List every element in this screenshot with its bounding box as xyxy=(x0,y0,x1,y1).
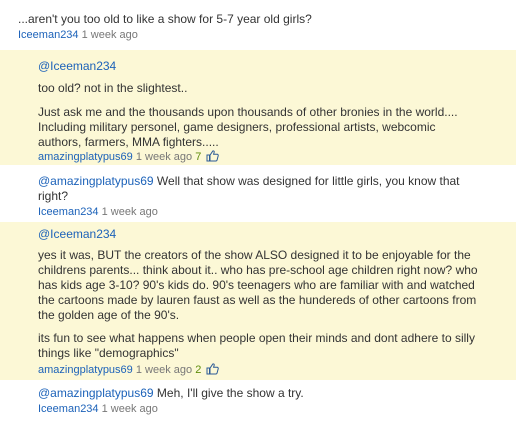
author-link[interactable]: Iceeman234 xyxy=(38,403,99,415)
timestamp: 1 week ago xyxy=(101,206,158,218)
comment-meta: Iceeman234 1 week ago xyxy=(38,402,478,416)
comment-4: @Iceeman234 yes it was, BUT the creators… xyxy=(0,222,516,380)
comment-paragraph: its fun to see what happens when people … xyxy=(38,331,475,360)
vote-count: 2 xyxy=(195,364,202,376)
author-link[interactable]: Iceeman234 xyxy=(38,206,99,218)
comment-paragraph: too old? not in the slightest.. xyxy=(38,81,188,95)
comment-3: @amazingplatypus69 Well that show was de… xyxy=(0,165,516,222)
comment-5: @amazingplatypus69 Meh, I'll give the sh… xyxy=(0,380,516,422)
timestamp: 1 week ago xyxy=(81,29,138,41)
comment-mention-line: @Iceeman234 xyxy=(38,59,478,74)
thumbs-up-icon[interactable] xyxy=(206,150,220,166)
mention-link[interactable]: @Iceeman234 xyxy=(38,59,116,73)
comment-meta: amazingplatypus69 1 week ago 2 xyxy=(38,363,483,379)
comment-body: Meh, I'll give the show a try. xyxy=(153,386,304,400)
mention-link[interactable]: @amazingplatypus69 xyxy=(38,174,154,188)
comment-paragraph: Just ask me and the thousands upon thous… xyxy=(38,105,458,149)
timestamp: 1 week ago xyxy=(135,364,193,376)
comment-text: ...aren't you too old to like a show for… xyxy=(18,12,312,26)
author-link[interactable]: Iceeman234 xyxy=(18,29,79,41)
timestamp: 1 week ago xyxy=(101,403,158,415)
author-link[interactable]: amazingplatypus69 xyxy=(38,151,133,163)
comment-2: @Iceeman234 too old? not in the slightes… xyxy=(0,50,516,165)
comment-meta: Iceeman234 1 week ago xyxy=(38,205,478,219)
author-link[interactable]: amazingplatypus69 xyxy=(38,364,133,376)
comment-text: @amazingplatypus69 Meh, I'll give the sh… xyxy=(38,386,478,401)
comment-meta: amazingplatypus69 1 week ago 7 xyxy=(38,150,478,166)
mention-link[interactable]: @amazingplatypus69 xyxy=(38,386,154,400)
mention-link[interactable]: @Iceeman234 xyxy=(38,227,116,241)
comment-paragraph: yes it was, BUT the creators of the show… xyxy=(38,248,478,322)
comment-1: ...aren't you too old to like a show for… xyxy=(0,0,516,50)
comment-text: @amazingplatypus69 Well that show was de… xyxy=(38,174,478,204)
thumbs-up-icon[interactable] xyxy=(206,363,220,379)
comment-mention-line: @Iceeman234 xyxy=(38,227,483,242)
vote-count: 7 xyxy=(195,151,202,163)
timestamp: 1 week ago xyxy=(135,151,193,163)
comment-meta: Iceeman234 1 week ago xyxy=(18,28,498,42)
